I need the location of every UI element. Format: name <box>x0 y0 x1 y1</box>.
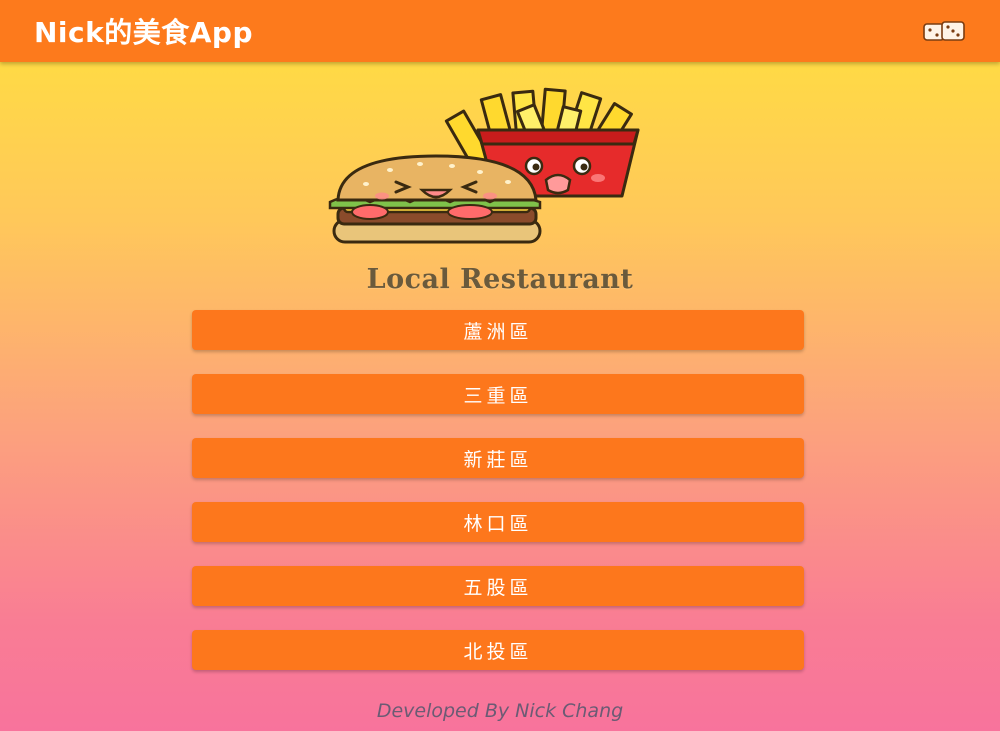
district-label: 蘆洲區 <box>463 320 533 343</box>
app-title: Nick的美食App <box>34 16 254 49</box>
page-heading: Local Restaurant <box>366 264 634 295</box>
district-button-linkou[interactable]: 林口區 <box>192 502 804 542</box>
district-label: 新莊區 <box>463 448 533 471</box>
random-dice-button[interactable] <box>922 15 966 47</box>
dice-icon <box>923 21 965 41</box>
district-button-xinzhuang[interactable]: 新莊區 <box>192 438 804 478</box>
district-button-sanchong[interactable]: 三重區 <box>192 374 804 414</box>
district-button-beitou[interactable]: 北投區 <box>192 630 804 670</box>
district-button-wugu[interactable]: 五股區 <box>192 566 804 606</box>
district-label: 三重區 <box>463 384 533 407</box>
developer-credit: Developed By Nick Chang <box>376 700 624 722</box>
district-label: 林口區 <box>463 512 533 535</box>
app-bar: Nick的美食App <box>0 0 1000 62</box>
burger-icon <box>328 154 542 244</box>
district-button-luzhou[interactable]: 蘆洲區 <box>192 310 804 350</box>
district-label: 北投區 <box>463 640 533 663</box>
district-list: 蘆洲區 三重區 新莊區 林口區 五股區 北投區 <box>192 310 804 694</box>
food-illustration <box>320 86 680 256</box>
district-label: 五股區 <box>463 576 533 599</box>
